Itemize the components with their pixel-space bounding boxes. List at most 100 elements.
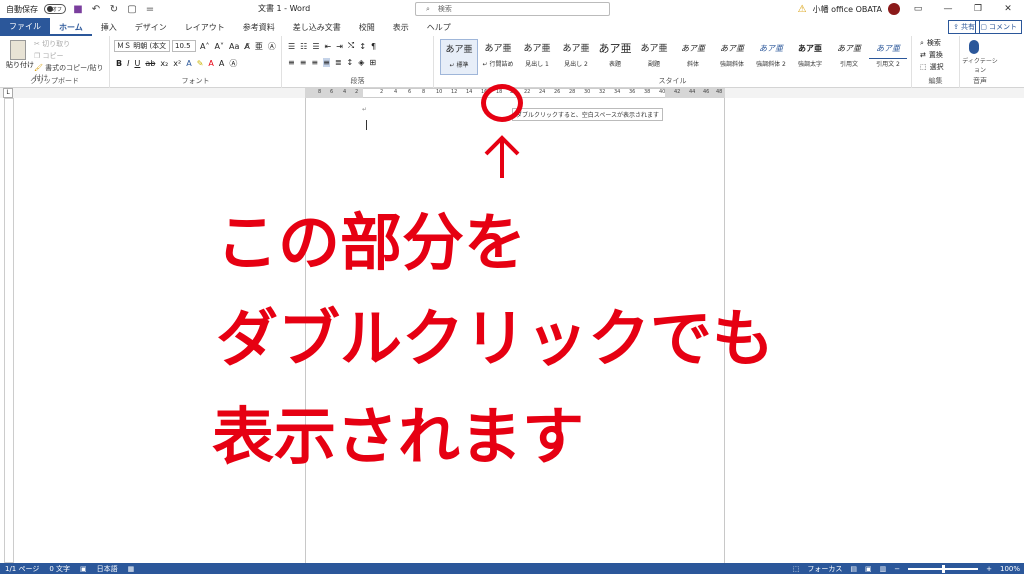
line-spacing-icon[interactable]: ↕ xyxy=(347,58,354,67)
cut-button[interactable]: ✂ 切り取り xyxy=(34,39,70,49)
tab-mailings[interactable]: 差し込み文書 xyxy=(284,20,350,36)
dictate-label[interactable]: ディクテーション xyxy=(962,56,998,74)
subscript-icon[interactable]: x₂ xyxy=(160,59,168,68)
paragraph-group-label: 段落 xyxy=(350,77,365,85)
char-border-icon[interactable]: Ⓐ xyxy=(229,58,237,69)
save-icon[interactable]: ■ xyxy=(72,3,84,15)
find-button[interactable]: ⌕ 検索 xyxy=(920,38,941,48)
tab-help[interactable]: ヘルプ xyxy=(418,20,460,36)
shrink-font-icon[interactable]: A˅ xyxy=(214,42,223,51)
font-name-select[interactable]: ＭＳ 明朝 (本文 xyxy=(114,40,170,52)
clear-format-icon[interactable]: A̸ xyxy=(244,42,249,51)
language[interactable]: 日本語 xyxy=(92,564,123,574)
text-direction-icon[interactable]: ⤭ xyxy=(348,41,354,51)
style-item[interactable]: あア亜 引用文 xyxy=(830,39,868,75)
align-right-icon[interactable]: ≡ xyxy=(311,58,318,67)
style-item[interactable]: あア亜 見出し 2 xyxy=(557,39,595,75)
justify-icon[interactable]: ≡ xyxy=(323,58,330,67)
vertical-ruler[interactable] xyxy=(4,98,14,563)
phonetic-guide-icon[interactable]: 亜 xyxy=(255,41,263,52)
ribbon-tabs: ファイル ホーム 挿入 デザイン レイアウト 参考資料 差し込み文書 校閲 表示… xyxy=(0,18,1024,36)
style-item[interactable]: あア亜 強調斜体 2 xyxy=(752,39,790,75)
text-effects-icon[interactable]: A xyxy=(186,59,191,68)
ribbon-display-options-icon[interactable]: ▭ xyxy=(906,0,930,18)
highlight-icon[interactable]: ✎ xyxy=(197,59,204,68)
decrease-indent-icon[interactable]: ⇤ xyxy=(325,42,332,51)
tab-file[interactable]: ファイル xyxy=(0,18,50,36)
proofing-icon[interactable]: ▣ xyxy=(75,565,92,573)
sort-icon[interactable]: ↕ xyxy=(359,42,366,51)
user-name[interactable]: 小幡 office OBATA xyxy=(813,4,882,15)
distributed-icon[interactable]: ≣ xyxy=(335,58,342,67)
char-shading-icon[interactable]: A xyxy=(219,59,224,68)
page-count[interactable]: 1/1 ページ xyxy=(0,564,44,574)
comment-button[interactable]: ▢ コメント xyxy=(975,20,1022,34)
tab-view[interactable]: 表示 xyxy=(384,20,418,36)
tab-home[interactable]: ホーム xyxy=(50,20,92,36)
italic-icon[interactable]: I xyxy=(127,59,129,68)
customize-qat-icon[interactable]: = xyxy=(144,3,156,15)
search-box[interactable]: ⌕ 検索 xyxy=(415,2,610,16)
tab-selector[interactable]: L xyxy=(3,88,13,98)
shading-icon[interactable]: ◈ xyxy=(358,58,364,67)
microphone-icon[interactable] xyxy=(969,40,979,54)
tab-review[interactable]: 校閲 xyxy=(350,20,384,36)
style-item[interactable]: あア亜 引用文 2 xyxy=(869,39,907,75)
style-item[interactable]: あア亜 ↵ 行間詰め xyxy=(479,39,517,75)
web-layout-icon[interactable]: ▥ xyxy=(880,565,887,573)
select-button[interactable]: ⬚ 選択 xyxy=(920,62,944,72)
zoom-in-icon[interactable]: + xyxy=(986,565,992,573)
underline-icon[interactable]: U xyxy=(134,59,140,68)
focus-mode-icon[interactable]: ⬚ xyxy=(793,565,800,573)
replace-button[interactable]: ⇄ 置換 xyxy=(920,50,943,60)
style-item[interactable]: あア亜 強調斜体 xyxy=(713,39,751,75)
bold-icon[interactable]: B xyxy=(116,59,122,68)
accessibility-icon[interactable]: ▦ xyxy=(123,565,140,573)
minimize-icon[interactable]: — xyxy=(936,0,960,18)
superscript-icon[interactable]: x² xyxy=(173,59,181,68)
numbering-icon[interactable]: ☷ xyxy=(300,42,307,51)
grow-font-icon[interactable]: A˄ xyxy=(200,42,209,51)
style-item[interactable]: あア亜 表題 xyxy=(596,39,634,75)
zoom-level[interactable]: 100% xyxy=(1000,565,1020,573)
read-mode-icon[interactable]: ▤ xyxy=(850,565,857,573)
word-count[interactable]: 0 文字 xyxy=(44,564,75,574)
borders-icon[interactable]: ⊞ xyxy=(369,58,376,67)
center-icon[interactable]: ≡ xyxy=(300,58,307,67)
paste-label[interactable]: 貼り付け xyxy=(6,60,34,70)
tab-references[interactable]: 参考資料 xyxy=(234,20,284,36)
focus-label[interactable]: フォーカス xyxy=(807,564,842,574)
tab-design[interactable]: デザイン xyxy=(126,20,176,36)
zoom-slider[interactable] xyxy=(908,564,979,573)
undo-icon[interactable]: ↶ xyxy=(90,3,102,15)
avatar[interactable] xyxy=(888,3,900,15)
style-item[interactable]: あア亜 斜体 xyxy=(674,39,712,75)
font-size-select[interactable]: 10.5 xyxy=(172,40,196,52)
redo-icon[interactable]: ↻ xyxy=(108,3,120,15)
strikethrough-icon[interactable]: ab xyxy=(145,59,155,68)
print-layout-icon[interactable]: ▣ xyxy=(865,565,872,573)
tab-insert[interactable]: 挿入 xyxy=(92,20,126,36)
align-left-icon[interactable]: ≡ xyxy=(288,58,295,67)
autosave-toggle[interactable]: オフ xyxy=(44,4,66,14)
warning-icon[interactable]: ⚠ xyxy=(798,4,807,15)
zoom-thumb[interactable] xyxy=(942,564,946,573)
change-case-icon[interactable]: Aa xyxy=(229,42,239,51)
copy-button[interactable]: ❐ コピー xyxy=(34,51,64,61)
paste-icon[interactable] xyxy=(10,40,26,60)
style-item[interactable]: あア亜 ↵ 標準 xyxy=(440,39,478,75)
enclosed-char-icon[interactable]: Ⓐ xyxy=(268,41,276,52)
show-marks-icon[interactable]: ¶ xyxy=(371,42,376,51)
style-item[interactable]: あア亜 副題 xyxy=(635,39,673,75)
bullets-icon[interactable]: ☰ xyxy=(288,42,295,51)
new-document-icon[interactable]: ▢ xyxy=(126,3,138,15)
tab-layout[interactable]: レイアウト xyxy=(176,20,234,36)
multilevel-list-icon[interactable]: ☰ xyxy=(312,42,319,51)
zoom-out-icon[interactable]: − xyxy=(894,565,900,573)
font-color-icon[interactable]: A xyxy=(208,59,213,68)
style-item[interactable]: あア亜 見出し 1 xyxy=(518,39,556,75)
style-item[interactable]: あア亜 強調太字 xyxy=(791,39,829,75)
increase-indent-icon[interactable]: ⇥ xyxy=(336,42,343,51)
restore-icon[interactable]: ❐ xyxy=(966,0,990,18)
close-icon[interactable]: ✕ xyxy=(996,0,1020,18)
